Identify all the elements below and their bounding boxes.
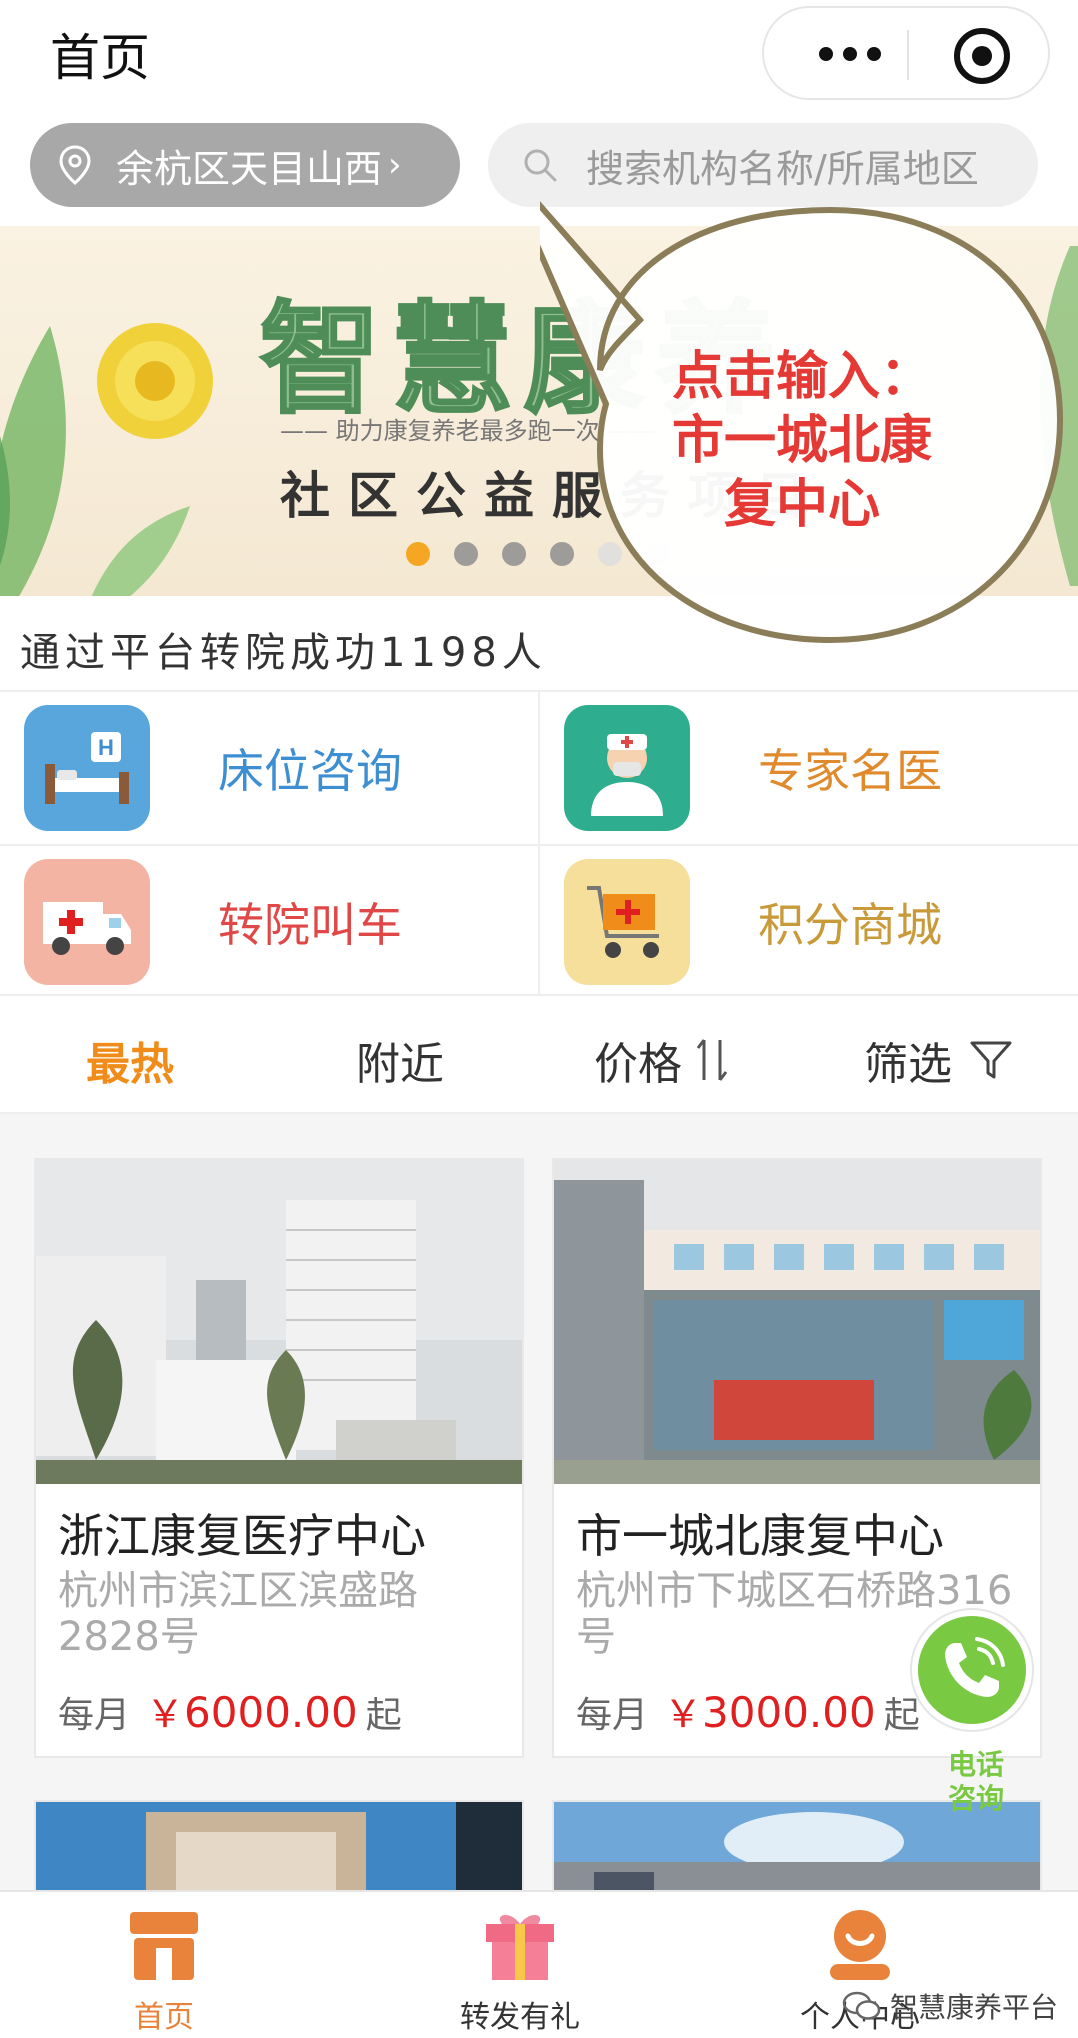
service-points-mall[interactable]: 积分商城 [540, 846, 1078, 998]
callout-text: 点击输入： 市一城北康 复中心 [612, 345, 992, 537]
sort-price-label: 价格 [594, 1039, 682, 1090]
callout-line: 点击输入： [671, 346, 932, 407]
transfer-success-count: 通过平台转院成功1198人 [20, 630, 547, 676]
top-bar: 首页 [0, 0, 1078, 110]
currency-symbol: ￥ [664, 1692, 703, 1736]
phone-consult-button[interactable] [912, 1610, 1032, 1730]
service-expert-doctor[interactable]: 专家名医 [540, 692, 1078, 844]
price-prefix: 每月 [576, 1695, 649, 1736]
service-label: 转院叫车 [218, 898, 402, 952]
currency-symbol: ￥ [146, 1692, 185, 1736]
chrysanthemum-icon [97, 323, 213, 439]
institution-name: 浙江康复医疗中心 [58, 1509, 426, 1563]
sort-bar: 最热 附近 价格 筛选 [0, 998, 1078, 1114]
sort-price[interactable]: 价格 [594, 1028, 730, 1092]
sort-filter[interactable]: 筛选 [864, 1028, 1014, 1092]
location-label: 余杭区天目山西 [116, 146, 383, 191]
shopping-cart-icon [564, 859, 690, 985]
sort-hot-label: 最热 [86, 1039, 174, 1090]
carousel-dot[interactable] [406, 542, 430, 566]
close-miniprogram-icon[interactable] [954, 28, 1010, 84]
watermark: 智慧康养平台 [842, 1986, 1058, 2026]
institution-name: 市一城北康复中心 [576, 1509, 944, 1563]
price-amount: ￥6000.00 [146, 1683, 358, 1738]
service-label: 积分商城 [758, 898, 942, 952]
tab-share-label: 转发有礼 [460, 2000, 580, 2035]
price-suffix: 起 [883, 1695, 920, 1736]
location-pin-icon [59, 145, 91, 185]
service-label: 床位咨询 [218, 744, 402, 798]
service-label: 专家名医 [758, 744, 942, 798]
phone-consult-label: 电话咨询 [947, 1748, 1004, 1815]
wechat-icon [842, 1991, 881, 2020]
callout-line: 复中心 [723, 474, 880, 535]
institution-card-partial[interactable] [34, 1800, 524, 1900]
tab-home-label: 首页 [134, 2000, 194, 2035]
institution-photo [36, 1160, 522, 1484]
sort-arrows-icon [696, 1039, 728, 1081]
phone-icon [945, 1637, 1005, 1697]
page-title: 首页 [50, 29, 150, 87]
institution-address: 杭州市滨江区滨盛路2828号 [58, 1568, 418, 1660]
user-icon [830, 1910, 890, 1980]
institution-photo [554, 1160, 1040, 1484]
price-value: 3000.00 [702, 1688, 876, 1737]
chevron-right-icon: › [388, 145, 402, 185]
sort-hot[interactable]: 最热 [86, 1028, 174, 1092]
tab-share-gift[interactable]: 转发有礼 [390, 1892, 650, 2038]
price-prefix: 每月 [58, 1695, 131, 1736]
capsule-divider [907, 30, 909, 80]
carousel-dot[interactable] [502, 542, 526, 566]
callout-line: 市一城北康 [671, 410, 932, 471]
service-grid: H 床位咨询 专家名医 转院叫车 积分商城 [0, 690, 1078, 996]
institution-photo [554, 1802, 1040, 1900]
gift-icon [486, 1914, 554, 1980]
home-icon [130, 1912, 198, 1980]
price-value: 6000.00 [184, 1688, 358, 1737]
more-options-icon[interactable] [800, 36, 900, 72]
filter-funnel-icon [970, 1041, 1012, 1079]
hospital-bed-icon: H [24, 705, 150, 831]
institution-card[interactable]: 浙江康复医疗中心 杭州市滨江区滨盛路2828号 每月 ￥6000.00 起 [34, 1158, 524, 1758]
svg-text:H: H [98, 735, 114, 760]
price-amount: ￥3000.00 [664, 1683, 876, 1738]
service-transfer-car[interactable]: 转院叫车 [0, 846, 538, 998]
watermark-text: 智慧康养平台 [890, 1991, 1059, 2024]
sort-filter-label: 筛选 [864, 1039, 952, 1090]
sort-nearby-label: 附近 [356, 1039, 444, 1090]
tab-home[interactable]: 首页 [34, 1892, 294, 2038]
carousel-dot[interactable] [454, 542, 478, 566]
doctor-icon [564, 705, 690, 831]
sort-nearby[interactable]: 附近 [356, 1028, 444, 1092]
location-selector[interactable]: 余杭区天目山西 › [30, 123, 460, 207]
ambulance-icon [24, 859, 150, 985]
institution-photo [36, 1802, 522, 1900]
price-suffix: 起 [365, 1695, 402, 1736]
institution-price: 每月 ￥3000.00 起 [576, 1683, 920, 1738]
institution-price: 每月 ￥6000.00 起 [58, 1683, 402, 1738]
miniprogram-capsule [762, 6, 1050, 100]
service-bed-consult[interactable]: H 床位咨询 [0, 692, 538, 844]
